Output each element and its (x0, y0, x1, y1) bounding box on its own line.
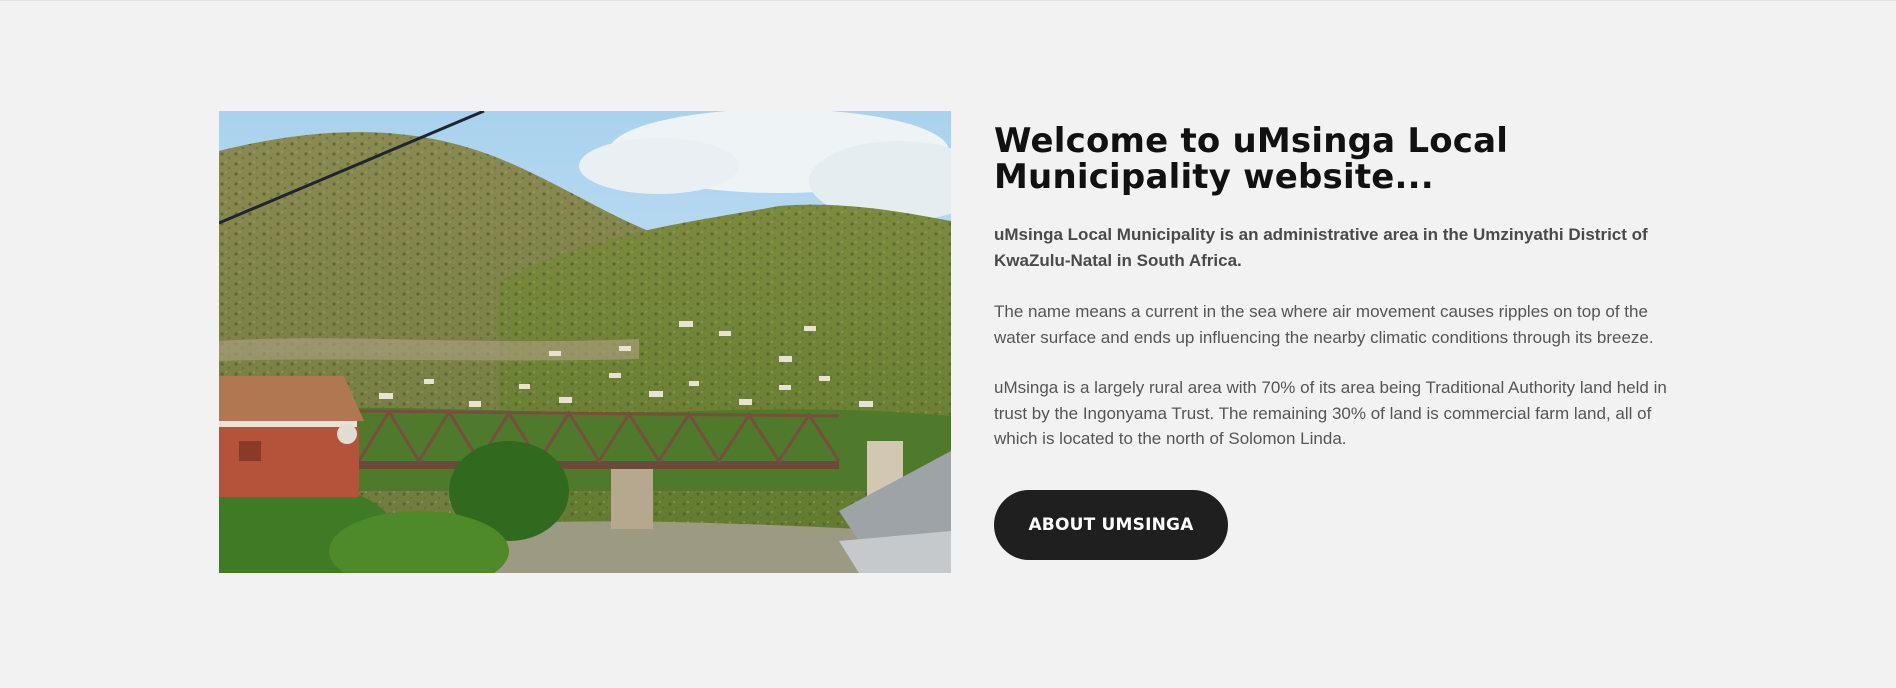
page-title: Welcome to uMsinga Local Municipality we… (994, 121, 1509, 197)
welcome-content: Welcome to uMsinga Local Municipality we… (994, 123, 1694, 560)
umsinga-landscape-photo (219, 111, 951, 573)
name-meaning-paragraph: The name means a current in the sea wher… (994, 302, 1654, 347)
about-umsinga-button[interactable]: ABOUT UMSINGA (994, 489, 1228, 560)
land-use-paragraph: uMsinga is a largely rural area with 70%… (994, 378, 1667, 448)
intro-lead-text: uMsinga Local Municipality is an adminis… (994, 225, 1648, 270)
welcome-section: Welcome to uMsinga Local Municipality we… (219, 111, 1679, 573)
